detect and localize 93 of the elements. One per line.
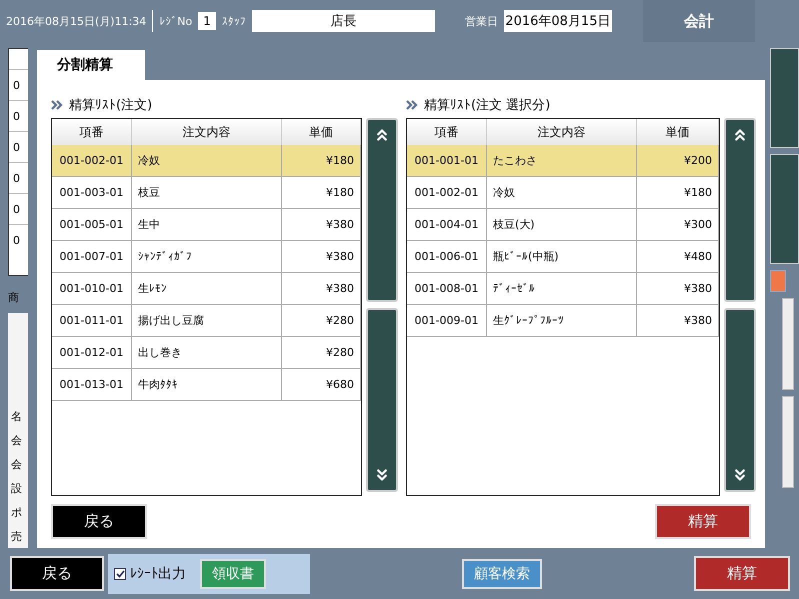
table-cell: ｼｬﾝﾃﾞｨｶﾞﾌ (132, 241, 282, 273)
table-cell: ﾃﾞｨｰｾﾞﾙ (487, 273, 637, 305)
order-row[interactable]: 001-005-01 生中 ¥380 (52, 209, 361, 241)
order-row[interactable]: 001-011-01 揚げ出し豆腐 ¥280 (52, 305, 361, 337)
table-cell: 001-004-01 (407, 209, 487, 241)
table-cell: 冷奴 (132, 145, 282, 177)
table-cell: 001-011-01 (52, 305, 132, 337)
register-label: ﾚｼﾞNo (159, 14, 192, 28)
column-header: 単価 (637, 119, 719, 145)
order-row[interactable]: 001-010-01 生ﾚﾓﾝ ¥380 (52, 273, 361, 305)
receipt-label: ﾚｼｰﾄ出力 (130, 564, 186, 582)
table-cell: 001-010-01 (52, 273, 132, 305)
register-number: 1 (198, 12, 216, 30)
table-cell: 001-005-01 (52, 209, 132, 241)
table-cell: 枝豆 (132, 177, 282, 209)
table-cell: 牛肉ﾀﾀｷ (132, 369, 282, 401)
table-cell: 出し巻き (132, 337, 282, 369)
column-header: 注文内容 (132, 119, 282, 145)
settle-button[interactable]: 精算 (655, 504, 751, 539)
scroll-down-button[interactable] (724, 308, 756, 492)
order-row[interactable]: 001-012-01 出し巻き ¥280 (52, 337, 361, 369)
table-cell: たこわさ (487, 145, 637, 177)
section-label: 商 (8, 290, 20, 305)
staff-field[interactable]: 店長 (252, 10, 435, 32)
table-cell: ¥380 (282, 209, 361, 241)
order-row[interactable]: 001-007-01 ｼｬﾝﾃﾞｨｶﾞﾌ ¥380 (52, 241, 361, 273)
order-row[interactable]: 001-006-01 瓶ﾋﾞｰﾙ(中瓶) ¥480 (407, 241, 719, 273)
table-cell: ¥280 (282, 337, 361, 369)
table-cell: ¥380 (637, 305, 719, 337)
table-cell: ¥380 (282, 241, 361, 273)
table-cell: 冷奴 (487, 177, 637, 209)
table-cell: ¥180 (637, 177, 719, 209)
dialog-tab[interactable]: 分割精算 (37, 50, 145, 80)
back-button[interactable]: 戻る (51, 504, 147, 539)
staff-label: ｽﾀｯﾌ (222, 14, 246, 28)
table-cell: ¥300 (637, 209, 719, 241)
scroll-down-button[interactable] (366, 308, 398, 492)
receipt-button[interactable]: 領収書 (200, 558, 266, 588)
column-header: 単価 (282, 119, 361, 145)
column-header: 項番 (52, 119, 132, 145)
table-cell: ¥180 (282, 177, 361, 209)
back-button[interactable]: 戻る (10, 556, 104, 591)
table-cell: ¥280 (282, 305, 361, 337)
receipt-checkbox[interactable] (114, 568, 126, 580)
table-cell: ¥380 (282, 273, 361, 305)
date-time: 2016年08月15日(月)11:34 (6, 14, 146, 28)
table-cell: 001-013-01 (52, 369, 132, 401)
chevron-icon (406, 100, 418, 110)
order-row[interactable]: 001-013-01 牛肉ﾀﾀｷ ¥680 (52, 369, 361, 401)
table-cell: 瓶ﾋﾞｰﾙ(中瓶) (487, 241, 637, 273)
table-cell: 001-003-01 (52, 177, 132, 209)
column-header: 注文内容 (487, 119, 637, 145)
order-row[interactable]: 001-004-01 枝豆(大) ¥300 (407, 209, 719, 241)
order-row[interactable]: 001-008-01 ﾃﾞｨｰｾﾞﾙ ¥380 (407, 273, 719, 305)
table-cell: 001-001-01 (407, 145, 487, 177)
field-label: 名 (11, 409, 23, 424)
order-row[interactable]: 001-002-01 冷奴 ¥180 (52, 145, 361, 177)
table-cell: 001-009-01 (407, 305, 487, 337)
list-title: 精算ﾘｽﾄ(注文 選択分) (424, 97, 550, 114)
table-cell: ¥380 (637, 273, 719, 305)
table-cell: ¥480 (637, 241, 719, 273)
table-cell: 001-002-01 (52, 145, 132, 177)
table-cell: 生ｸﾞﾚｰﾌﾟﾌﾙｰﾂ (487, 305, 637, 337)
table-cell: 生中 (132, 209, 282, 241)
settle-button[interactable]: 精算 (694, 556, 790, 591)
table-cell: ¥680 (282, 369, 361, 401)
field-label: 設 (11, 481, 23, 496)
scroll-up-button[interactable] (724, 118, 756, 302)
scroll-up-button[interactable] (366, 118, 398, 302)
table-cell: 001-002-01 (407, 177, 487, 209)
list-title: 精算ﾘｽﾄ(注文) (69, 97, 152, 114)
table-cell: ¥200 (637, 145, 719, 177)
table-cell: 001-008-01 (407, 273, 487, 305)
table-cell: 001-012-01 (52, 337, 132, 369)
column-header: 項番 (407, 119, 487, 145)
field-label: 会 (11, 457, 23, 472)
business-day-field[interactable]: 2016年08月15日 (504, 10, 612, 32)
order-row[interactable]: 001-003-01 枝豆 ¥180 (52, 177, 361, 209)
field-label: 売 (11, 529, 23, 544)
order-row[interactable]: 001-002-01 冷奴 ¥180 (407, 177, 719, 209)
table-cell: ¥180 (282, 145, 361, 177)
mode-title: 会計 (643, 0, 755, 42)
table-cell: 揚げ出し豆腐 (132, 305, 282, 337)
field-label: ポ (11, 505, 23, 520)
order-row[interactable]: 001-001-01 たこわさ ¥200 (407, 145, 719, 177)
table-cell: 001-007-01 (52, 241, 132, 273)
table-cell: 枝豆(大) (487, 209, 637, 241)
field-label: 会 (11, 433, 23, 448)
chevron-icon (51, 100, 63, 110)
table-cell: 001-006-01 (407, 241, 487, 273)
business-day-label: 営業日 (464, 14, 498, 28)
table-cell: 生ﾚﾓﾝ (132, 273, 282, 305)
order-row[interactable]: 001-009-01 生ｸﾞﾚｰﾌﾟﾌﾙｰﾂ ¥380 (407, 305, 719, 337)
